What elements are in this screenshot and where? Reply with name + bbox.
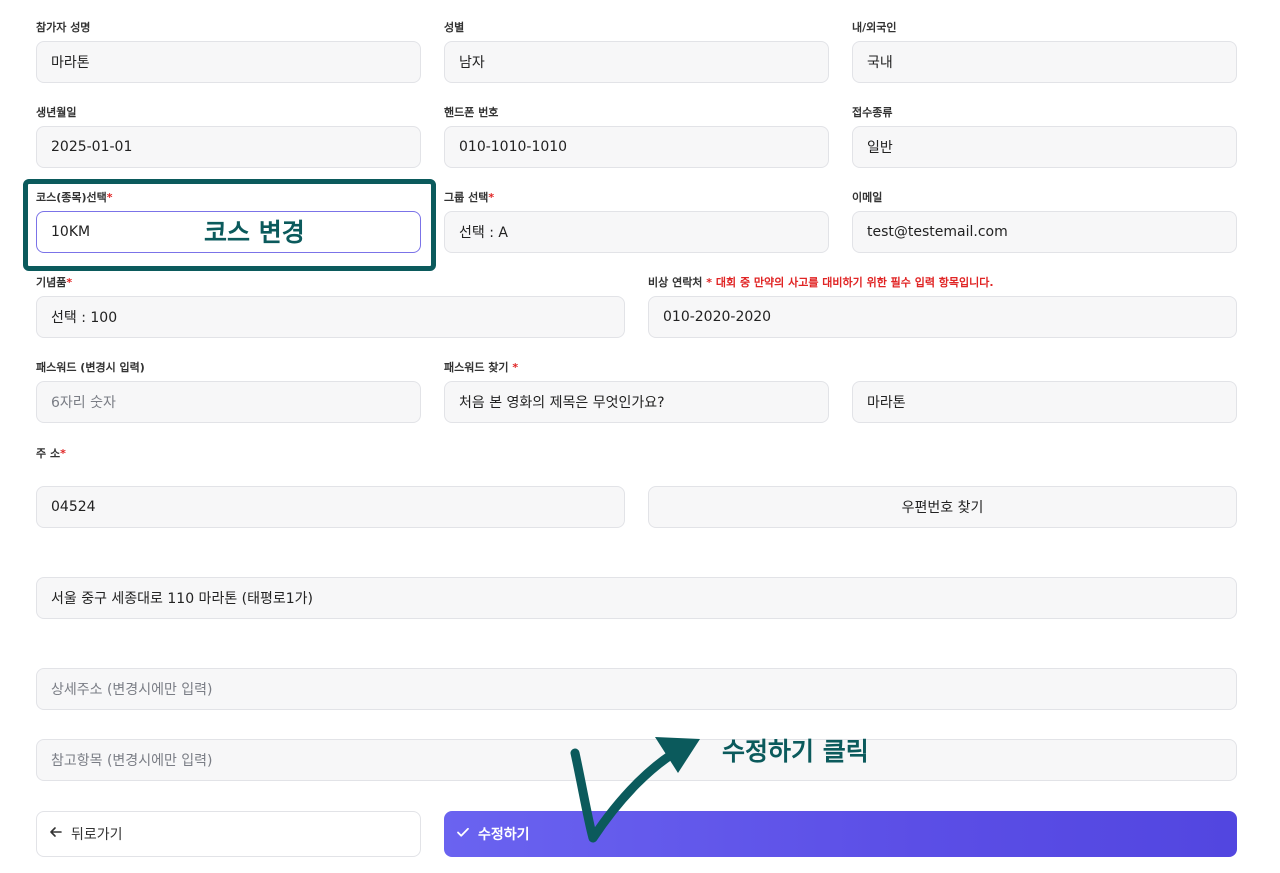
required-mark: * — [488, 191, 495, 204]
nationality-label: 내/외국인 — [852, 21, 897, 34]
submit-button-label: 수정하기 — [478, 827, 530, 843]
gender-field[interactable]: 남자 — [444, 41, 829, 83]
password-label: 패스워드 (변경시 입력) — [36, 361, 145, 374]
souvenir-label-text: 기념품 — [36, 276, 67, 289]
reg-type-field[interactable]: 일반 — [852, 126, 1237, 168]
check-icon — [456, 825, 470, 843]
required-mark: * — [512, 361, 519, 374]
souvenir-select[interactable]: 선택 : 100 — [36, 296, 625, 338]
emergency-note: 대회 중 만약의 사고를 대비하기 위한 필수 입력 항목입니다. — [715, 276, 994, 289]
pw-question-label: 패스워드 찾기 * — [444, 359, 518, 375]
phone-label: 핸드폰 번호 — [444, 106, 499, 119]
password-field[interactable]: 6자리 숫자 — [36, 381, 421, 423]
nationality-field[interactable]: 국내 — [852, 41, 1237, 83]
pw-answer-field[interactable]: 마라톤 — [852, 381, 1237, 423]
emergency-label: 비상 연락처 * 대회 중 만약의 사고를 대비하기 위한 필수 입력 항목입니… — [648, 274, 994, 290]
email-field[interactable]: test@testemail.com — [852, 211, 1237, 253]
required-mark: * — [66, 276, 73, 289]
reg-type-label: 접수종류 — [852, 106, 893, 119]
pw-question-select[interactable]: 처음 본 영화의 제목은 무엇인가요? — [444, 381, 829, 423]
birth-label: 생년월일 — [36, 106, 77, 119]
group-label-text: 그룹 선택 — [444, 191, 489, 204]
address-label: 주 소* — [36, 445, 66, 461]
required-mark: * — [706, 276, 713, 289]
emergency-label-text: 비상 연락처 — [648, 276, 703, 289]
detail-address-field[interactable]: 상세주소 (변경시에만 입력) — [36, 668, 1237, 710]
group-label: 그룹 선택* — [444, 189, 494, 205]
gender-label: 성별 — [444, 21, 465, 34]
address-label-text: 주 소 — [36, 447, 61, 460]
souvenir-label: 기념품* — [36, 274, 72, 290]
annotation-arrow-icon — [570, 737, 700, 843]
click-submit-annotation: 수정하기 클릭 — [722, 737, 869, 766]
arrow-left-icon — [49, 825, 63, 843]
pw-question-label-text: 패스워드 찾기 — [444, 361, 509, 374]
find-zipcode-button[interactable]: 우편번호 찾기 — [648, 486, 1237, 528]
road-address-field[interactable]: 서울 중구 세종대로 110 마라톤 (태평로1가) — [36, 577, 1237, 619]
email-label: 이메일 — [852, 191, 883, 204]
required-mark: * — [60, 447, 66, 460]
name-field[interactable]: 마라톤 — [36, 41, 421, 83]
back-button-label: 뒤로가기 — [71, 827, 123, 843]
zipcode-field[interactable]: 04524 — [36, 486, 625, 528]
group-select[interactable]: 선택 : A — [444, 211, 829, 253]
course-change-annotation: 코스 변경 — [204, 218, 305, 247]
birth-field[interactable]: 2025-01-01 — [36, 126, 421, 168]
back-button[interactable]: 뒤로가기 — [36, 811, 421, 857]
phone-field[interactable]: 010-1010-1010 — [444, 126, 829, 168]
emergency-field[interactable]: 010-2020-2020 — [648, 296, 1237, 338]
name-label: 참가자 성명 — [36, 21, 91, 34]
